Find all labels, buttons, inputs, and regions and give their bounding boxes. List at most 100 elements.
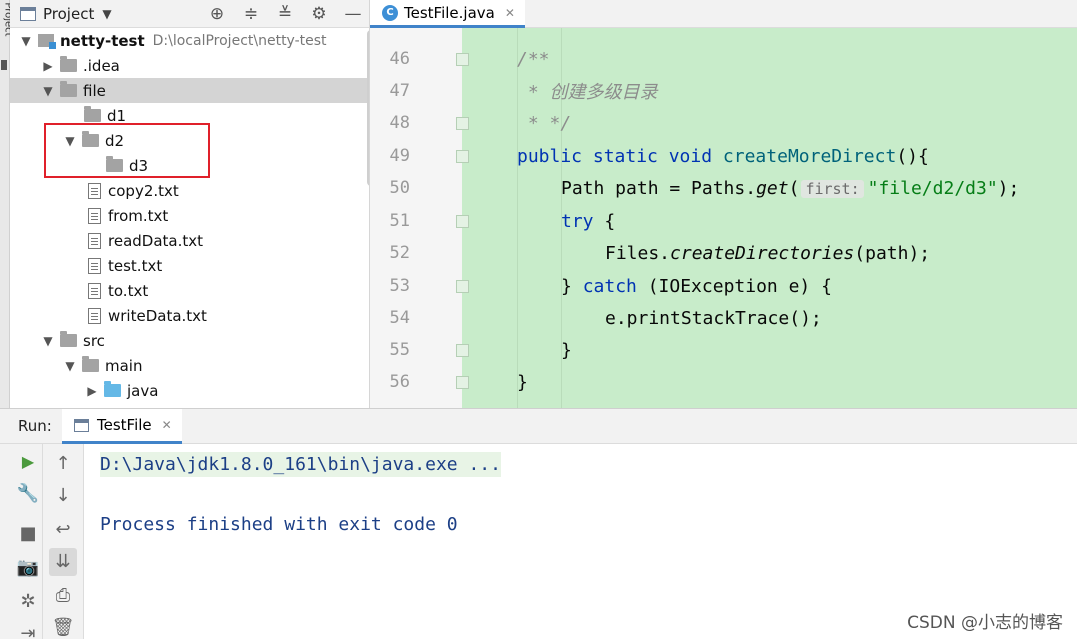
expand-all-icon[interactable]: ≑ xyxy=(234,4,268,24)
source-folder-icon xyxy=(104,381,121,397)
fold-marker-icon[interactable] xyxy=(456,116,469,130)
tree-item-main[interactable]: ▼ main xyxy=(10,353,369,378)
line-number: 56 xyxy=(389,372,410,392)
code-line: 56 } xyxy=(370,366,1077,398)
collapse-all-icon[interactable]: ≚ xyxy=(268,4,302,24)
line-number: 46 xyxy=(389,49,410,69)
chevron-down-icon[interactable]: ▼ xyxy=(18,34,34,48)
code-line: 51 try { xyxy=(370,205,1077,237)
console-exit-line: Process finished with exit code 0 xyxy=(100,514,458,535)
down-arrow-icon[interactable]: ↓ xyxy=(49,482,77,510)
tree-item-label: readData.txt xyxy=(108,231,204,250)
run-toolbar-left: ▶ 🔧 ■ 📷 ✲ ⇥ xyxy=(0,444,43,639)
close-icon[interactable]: ✕ xyxy=(162,418,172,432)
folder-icon xyxy=(82,356,99,372)
project-view-selector[interactable]: Project ▼ xyxy=(20,5,112,23)
code-text: } xyxy=(561,339,572,361)
run-label: Run: xyxy=(18,417,52,435)
minimize-icon[interactable]: — xyxy=(336,4,369,24)
camera-icon[interactable]: 📷 xyxy=(14,554,42,582)
tree-item-label: to.txt xyxy=(108,281,149,300)
run-tab-bar: Run: TestFile ✕ xyxy=(0,409,1077,444)
code-text: try { xyxy=(561,210,616,232)
fold-marker-icon[interactable] xyxy=(456,52,469,66)
tree-item-path: D:\localProject\netty-test xyxy=(152,32,327,49)
exit-icon[interactable]: ⇥ xyxy=(14,620,42,639)
code-text: } catch (IOException e) { xyxy=(561,275,832,297)
tree-item-file[interactable]: ▼ file xyxy=(10,78,369,103)
stop-icon[interactable]: ■ xyxy=(14,520,42,548)
soft-wrap-icon[interactable]: ↩ xyxy=(49,516,77,544)
tree-item-label: d1 xyxy=(107,106,127,125)
close-icon[interactable]: ✕ xyxy=(505,6,515,20)
tree-item-label: src xyxy=(83,331,105,350)
scroll-to-end-icon[interactable]: ⇊ xyxy=(49,548,77,576)
tree-item-to[interactable]: to.txt xyxy=(10,278,369,303)
print-icon[interactable]: ⎙ xyxy=(49,582,77,610)
fold-marker-icon[interactable] xyxy=(456,149,469,163)
folder-icon xyxy=(60,331,77,347)
code-text: public static void createMoreDirect(){ xyxy=(517,145,929,167)
chevron-right-icon[interactable]: ▶ xyxy=(84,384,100,398)
tree-item-copy2[interactable]: copy2.txt xyxy=(10,178,369,203)
project-panel-title: Project xyxy=(43,4,95,23)
tree-item-readdata[interactable]: readData.txt xyxy=(10,228,369,253)
tab-testfile-java[interactable]: C TestFile.java ✕ xyxy=(370,0,525,28)
settings-icon[interactable]: ✲ xyxy=(14,588,42,616)
tree-item-idea[interactable]: ▶ .idea xyxy=(10,53,369,78)
code-line: 47 * 创建多级目录 xyxy=(370,75,1077,107)
gear-icon[interactable]: ⚙ xyxy=(302,4,336,24)
tree-item-src[interactable]: ▼ src xyxy=(10,328,369,353)
run-tab-label: TestFile xyxy=(97,416,152,434)
code-line: 52 Files.createDirectories(path); xyxy=(370,237,1077,269)
tree-item-label: copy2.txt xyxy=(108,181,179,200)
tree-item-test[interactable]: test.txt xyxy=(10,253,369,278)
code-text: /** xyxy=(517,48,550,70)
wrench-icon[interactable]: 🔧 xyxy=(14,480,42,508)
line-number: 50 xyxy=(389,178,410,198)
console-command-line[interactable]: D:\Java\jdk1.8.0_161\bin\java.exe ... xyxy=(100,452,501,477)
java-class-icon: C xyxy=(382,4,398,21)
code-text: e.printStackTrace(); xyxy=(605,307,822,329)
trash-icon[interactable]: 🗑 xyxy=(49,614,77,639)
project-panel: Project ▼ ⊕ ≑ ≚ ⚙ — ▼ netty-test D:\loca… xyxy=(10,0,370,408)
code-line: 54 e.printStackTrace(); xyxy=(370,302,1077,334)
fold-marker-icon[interactable] xyxy=(456,214,469,228)
chevron-down-icon[interactable]: ▼ xyxy=(40,84,56,98)
run-panel: Run: TestFile ✕ ▶ 🔧 ■ 📷 ✲ ⇥ ↑ ↓ ↩ ⇊ ⎙ 🗑 … xyxy=(0,408,1077,639)
fold-marker-icon[interactable] xyxy=(456,343,469,357)
tree-item-java[interactable]: ▶ java xyxy=(10,378,369,403)
tree-item-from[interactable]: from.txt xyxy=(10,203,369,228)
line-number: 54 xyxy=(389,308,410,328)
text-file-icon xyxy=(88,232,101,249)
line-number: 47 xyxy=(389,81,410,101)
project-panel-header: Project ▼ ⊕ ≑ ≚ ⚙ — xyxy=(10,0,369,28)
up-arrow-icon[interactable]: ↑ xyxy=(49,450,77,478)
code-editor: C TestFile.java ✕ 46 /** 47 * 创建多级目录 48 … xyxy=(370,0,1077,408)
code-text: } xyxy=(517,371,528,393)
tree-item-netty-test[interactable]: ▼ netty-test D:\localProject\netty-test xyxy=(10,28,369,53)
crosshair-icon[interactable]: ⊕ xyxy=(200,4,234,24)
code-line: 50 Path path = Paths.get(first: "file/d2/… xyxy=(370,172,1077,204)
editor-tab-label: TestFile.java xyxy=(404,3,495,22)
tree-item-label: netty-test xyxy=(60,31,145,50)
line-number: 53 xyxy=(389,276,410,296)
line-number: 51 xyxy=(389,211,410,231)
fold-marker-icon[interactable] xyxy=(456,279,469,293)
fold-marker-icon[interactable] xyxy=(456,375,469,389)
line-number: 48 xyxy=(389,113,410,133)
tree-item-writedata[interactable]: writeData.txt xyxy=(10,303,369,328)
code-line: 55 } xyxy=(370,334,1077,366)
chevron-down-icon[interactable]: ▼ xyxy=(62,359,78,373)
run-icon[interactable]: ▶ xyxy=(14,448,42,476)
tab-testfile-run[interactable]: TestFile ✕ xyxy=(62,409,182,444)
text-file-icon xyxy=(88,182,101,199)
code-text: * */ xyxy=(517,112,572,134)
chevron-down-icon[interactable]: ▼ xyxy=(40,334,56,348)
project-header-tools: ⊕ ≑ ≚ ⚙ — xyxy=(200,0,369,28)
code-line: 49 public static void createMoreDirect()… xyxy=(370,140,1077,172)
chevron-right-icon[interactable]: ▶ xyxy=(40,59,56,73)
chevron-down-icon: ▼ xyxy=(102,6,112,21)
strip-tab-marker xyxy=(1,60,7,70)
folder-icon xyxy=(84,106,101,122)
